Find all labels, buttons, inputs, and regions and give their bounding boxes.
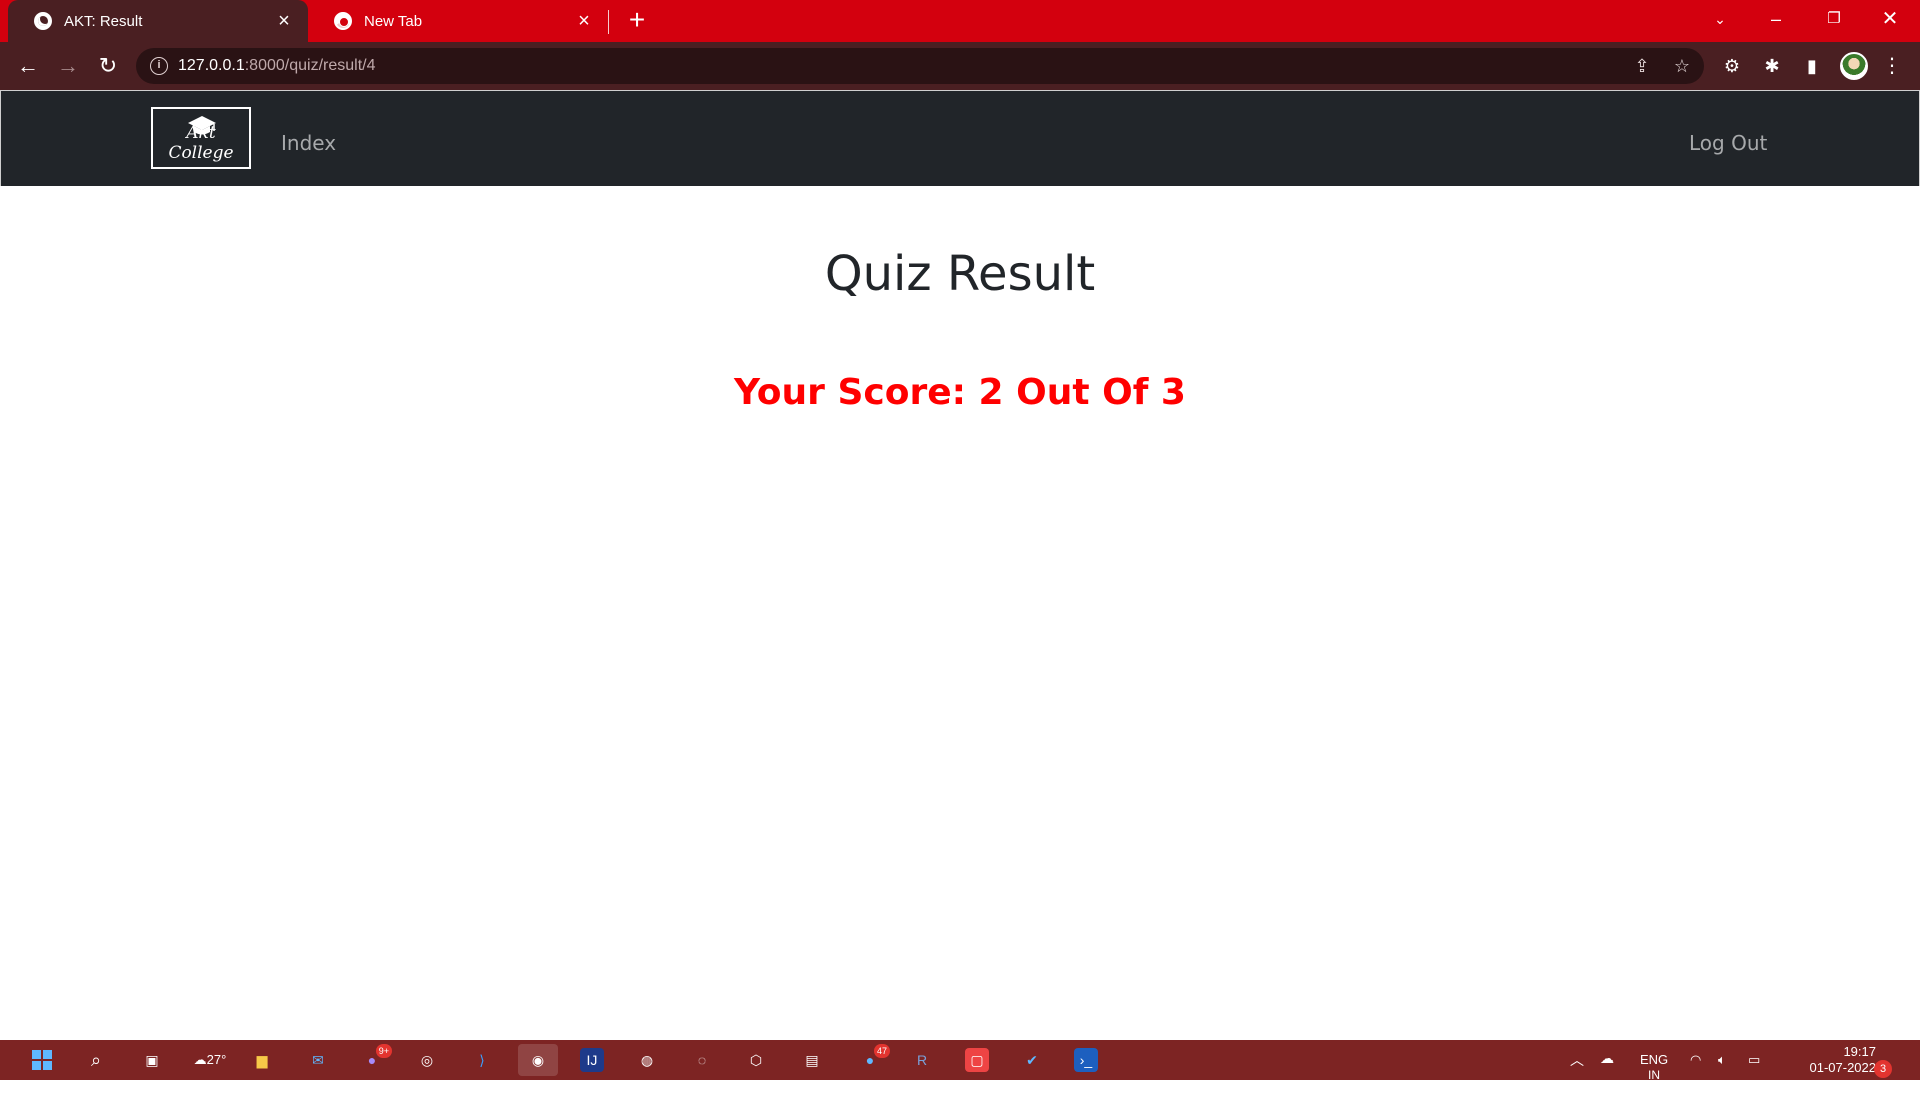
notification-count-badge[interactable]: 3	[1874, 1060, 1892, 1078]
tab-new-tab[interactable]: New Tab ×	[308, 0, 608, 42]
nav-link-index[interactable]: Index	[281, 131, 336, 155]
tab-akt-result[interactable]: AKT: Result ×	[8, 0, 308, 42]
address-bar[interactable]: i 127.0.0.1:8000/quiz/result/4 ⇪ ☆	[136, 48, 1704, 84]
clock-date: 01-07-2022	[1809, 1060, 1877, 1075]
nav-link-logout[interactable]: Log Out	[1689, 131, 1767, 155]
search-icon[interactable]: ⌕	[84, 1048, 108, 1072]
page-title: Quiz Result	[824, 246, 1096, 302]
volume-icon[interactable]: 🔈︎	[1718, 1052, 1726, 1092]
new-tab-icon[interactable]: +	[622, 6, 652, 36]
task-view-icon[interactable]: ▣	[140, 1048, 164, 1072]
site-navbar: Akt College Index Log Out	[0, 90, 1920, 186]
tab-search-icon[interactable]: ⌄	[1692, 0, 1748, 42]
notes-icon[interactable]: ▢	[965, 1048, 989, 1072]
back-icon[interactable]: ←	[12, 50, 44, 82]
browser-tab-strip: AKT: Result × New Tab × + ⌄ – ❐ ✕	[0, 0, 1920, 42]
obs-icon[interactable]: ◌	[690, 1048, 714, 1072]
browser-toolbar: ← → ↻ i 127.0.0.1:8000/quiz/result/4 ⇪ ☆…	[0, 42, 1920, 90]
taskbar: ⌕ ▣ ☁27° ▆ ✉ ● 9+ ◎ ⟩ ◉ IJ ◍ ◌ ⬡ ▤ ● 47 R …	[0, 1040, 1920, 1082]
language-code: ENG	[1640, 1052, 1669, 1067]
wifi-icon[interactable]: ◠	[1690, 1052, 1701, 1092]
language-region: IN	[1648, 1068, 1660, 1082]
site-info-icon[interactable]: i	[150, 57, 168, 75]
teams-icon[interactable]: ● 9+	[360, 1044, 392, 1072]
extensions-puzzle-icon[interactable]: ✱	[1760, 54, 1784, 78]
logo-text: Akt College	[168, 123, 234, 163]
chat-icon[interactable]: ● 47	[858, 1044, 890, 1072]
college-logo[interactable]: Akt College	[151, 107, 251, 169]
powershell-icon[interactable]: ›_	[1074, 1048, 1098, 1072]
forward-icon[interactable]: →	[52, 50, 84, 82]
teams-badge: 9+	[375, 1044, 392, 1058]
todo-check-icon[interactable]: ✔	[1020, 1048, 1044, 1072]
bookmark-star-icon[interactable]: ☆	[1672, 56, 1692, 76]
tab-title: New Tab	[364, 12, 423, 30]
clock[interactable]: 19:17 01-07-2022	[1786, 1044, 1877, 1076]
mail-icon[interactable]: ✉	[306, 1048, 330, 1072]
virtualbox-icon[interactable]: ⬡	[744, 1048, 768, 1072]
show-hidden-icons[interactable]: ︿	[1570, 1050, 1584, 1090]
chat-badge: 47	[873, 1044, 890, 1058]
dell-icon[interactable]: ◎	[415, 1048, 439, 1072]
weather-widget[interactable]: ☁27°	[190, 1048, 230, 1072]
restore-icon[interactable]: ❐	[1806, 0, 1862, 42]
close-window-icon[interactable]: ✕	[1862, 0, 1918, 42]
extension-gear-icon[interactable]: ⚙	[1720, 54, 1744, 78]
battery-icon[interactable]: ▭	[1748, 1052, 1760, 1092]
chrome-taskbar-icon[interactable]: ◉	[518, 1044, 558, 1076]
globe-icon	[34, 12, 52, 30]
file-explorer-icon[interactable]: ▆	[250, 1048, 274, 1072]
remote-desktop-icon[interactable]: ▤	[800, 1048, 824, 1072]
tab-title: AKT: Result	[64, 12, 143, 30]
minimize-icon[interactable]: –	[1748, 0, 1804, 42]
close-tab-icon[interactable]: ×	[574, 11, 594, 31]
profile-avatar[interactable]	[1840, 52, 1868, 80]
tab-separator	[608, 10, 609, 34]
side-panel-icon[interactable]: ▮	[1800, 54, 1824, 78]
menu-dots-icon[interactable]: ⋮	[1880, 54, 1904, 78]
r-icon[interactable]: R	[910, 1048, 934, 1072]
intellij-icon[interactable]: IJ	[580, 1048, 604, 1072]
close-tab-icon[interactable]: ×	[274, 11, 294, 31]
windows-start-icon[interactable]	[30, 1048, 54, 1072]
chrome-icon	[334, 12, 352, 30]
weather-temperature: 27°	[206, 1052, 227, 1067]
reload-icon[interactable]: ↻	[92, 50, 124, 82]
url-text[interactable]: 127.0.0.1:8000/quiz/result/4	[178, 57, 375, 75]
onedrive-error-icon[interactable]: ☁	[1600, 1050, 1614, 1090]
share-icon[interactable]: ⇪	[1632, 56, 1652, 76]
score-text: Your Score: 2 Out Of 3	[734, 372, 1186, 413]
clock-time: 19:17	[1843, 1044, 1876, 1059]
app-icon-w[interactable]: ◍	[635, 1048, 659, 1072]
vscode-icon[interactable]: ⟩	[470, 1048, 494, 1072]
